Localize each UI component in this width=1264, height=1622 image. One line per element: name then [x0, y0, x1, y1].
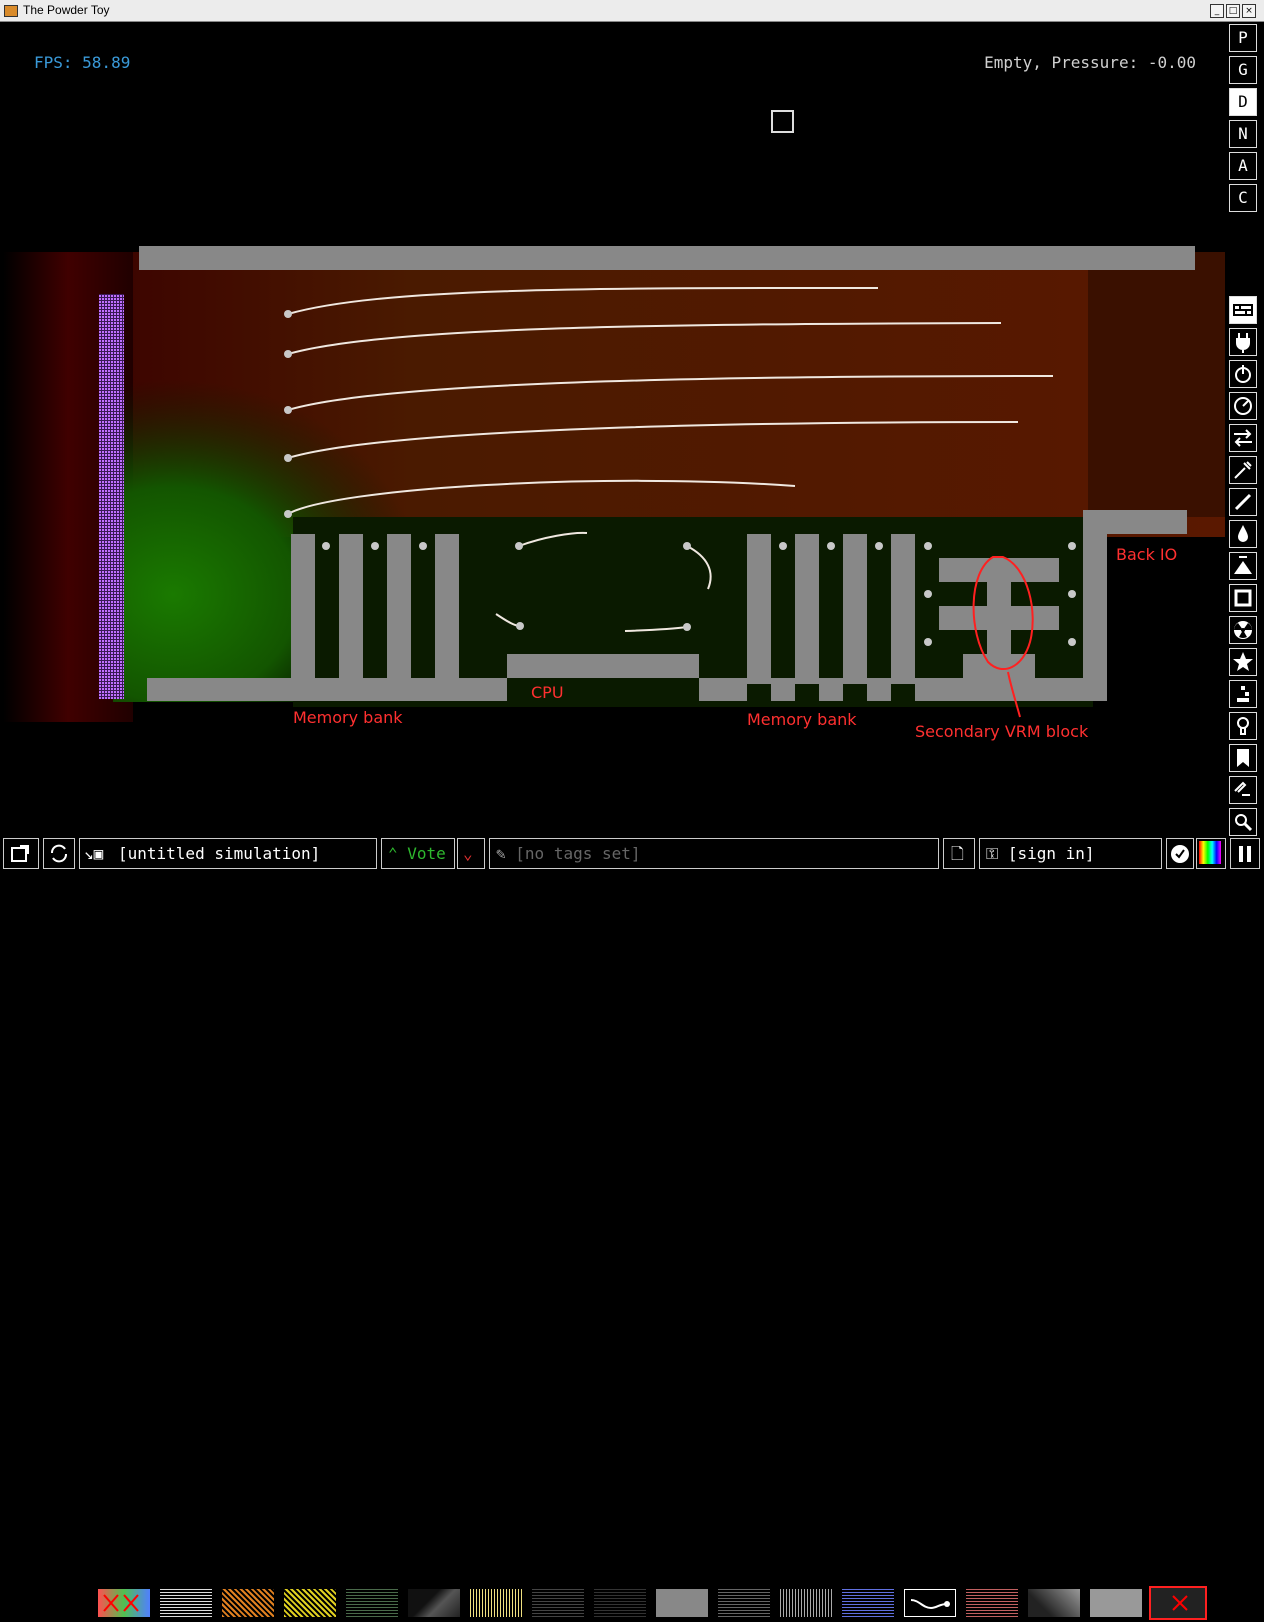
- window-titlebar: The Powder Toy _ □ ×: [0, 0, 1264, 22]
- label-memory-bank-left: Memory bank: [293, 708, 403, 727]
- tool-pattern-light[interactable]: [780, 1589, 832, 1617]
- label-secondary-vrm: Secondary VRM block: [915, 722, 1089, 741]
- menu-button-c[interactable]: C: [1229, 184, 1257, 212]
- vote-down-button[interactable]: ⌄: [457, 838, 485, 869]
- simulation-drawing: [3, 110, 1225, 722]
- menu-button-d[interactable]: D: [1229, 88, 1257, 116]
- save-icon: ↘▣: [84, 844, 104, 863]
- tool-pattern-white[interactable]: [160, 1589, 212, 1617]
- side-fan-element: [99, 294, 124, 699]
- solids-icon[interactable]: [1229, 584, 1257, 612]
- tags-icon: ✎: [496, 844, 506, 863]
- tools-icon[interactable]: [1229, 712, 1257, 740]
- save-simulation-button[interactable]: ↘▣ [untitled simulation]: [79, 838, 377, 869]
- tool-pattern-cream[interactable]: [470, 1589, 522, 1617]
- open-icon: [11, 845, 29, 862]
- render-icon: [1199, 841, 1221, 864]
- bottom-bar: ↘▣ [untitled simulation] ⌃ Vote ⌄ ✎ [no t…: [0, 838, 1264, 873]
- tags-label: [no tags set]: [515, 844, 641, 863]
- tool-wall-solid[interactable]: [656, 1589, 708, 1617]
- menu-button-a[interactable]: A: [1229, 152, 1257, 180]
- tool-pattern-green[interactable]: [346, 1589, 398, 1617]
- right-sidebar: P G D N A C: [1228, 22, 1261, 838]
- vote-up-button[interactable]: ⌃ Vote: [381, 838, 455, 869]
- pause-button[interactable]: [1230, 838, 1260, 869]
- settings-button[interactable]: [1166, 838, 1194, 869]
- pressure-readout: Empty, Pressure: -0.00: [984, 53, 1196, 72]
- vote-up-icon: ⌃: [388, 844, 398, 863]
- open-save-button[interactable]: [3, 838, 39, 869]
- tool-pattern-lightgrey[interactable]: [1090, 1589, 1142, 1617]
- sign-in-label: [sign in]: [1007, 844, 1095, 863]
- gases-icon[interactable]: [1229, 488, 1257, 516]
- label-back-io: Back IO: [1116, 545, 1178, 564]
- reload-icon: [51, 844, 67, 863]
- reload-button[interactable]: [43, 838, 75, 869]
- tool-pattern-red[interactable]: [966, 1589, 1018, 1617]
- life-icon[interactable]: [1229, 680, 1257, 708]
- close-button[interactable]: ×: [1242, 4, 1256, 18]
- tool-eraser-selected[interactable]: [1149, 1586, 1207, 1620]
- new-simulation-button[interactable]: 🗋: [943, 838, 975, 869]
- label-cpu: CPU: [531, 683, 564, 702]
- explosives-icon[interactable]: [1229, 456, 1257, 484]
- new-document-icon: 🗋: [951, 844, 964, 863]
- tool-pattern-yellow[interactable]: [284, 1589, 336, 1617]
- tool-pattern-dark[interactable]: [408, 1589, 460, 1617]
- tags-button[interactable]: ✎ [no tags set]: [489, 838, 939, 869]
- tool-pattern-grey[interactable]: [532, 1589, 584, 1617]
- powders-icon[interactable]: [1229, 552, 1257, 580]
- sensors-icon[interactable]: [1229, 392, 1257, 420]
- pause-icon: [1239, 846, 1251, 862]
- maximize-button[interactable]: □: [1226, 4, 1240, 18]
- fps-counter: FPS: 58.89: [34, 53, 131, 72]
- walls-icon[interactable]: [1229, 296, 1257, 324]
- vote-down-icon: ⌄: [463, 844, 473, 863]
- minimize-button[interactable]: _: [1210, 4, 1224, 18]
- tool-pattern-gradient[interactable]: [1028, 1589, 1080, 1617]
- settings-icon: [1171, 845, 1189, 863]
- window-title: The Powder Toy: [23, 3, 110, 17]
- special-icon[interactable]: [1229, 648, 1257, 676]
- force-icon[interactable]: [1229, 424, 1257, 452]
- menu-button-g[interactable]: G: [1229, 56, 1257, 84]
- tool-rainbow-erase[interactable]: [98, 1589, 150, 1617]
- liquids-icon[interactable]: [1229, 520, 1257, 548]
- element-toolbar: [0, 794, 1226, 1620]
- vote-label: Vote: [407, 844, 446, 863]
- app-icon: [4, 5, 18, 17]
- save-name: [untitled simulation]: [118, 844, 321, 863]
- favorites-icon[interactable]: [1229, 744, 1257, 772]
- sign-in-button[interactable]: ⚿ [sign in]: [979, 838, 1162, 869]
- case-top-wall: [139, 246, 1195, 270]
- label-memory-bank-right: Memory bank: [747, 710, 857, 729]
- simulation-canvas[interactable]: FPS: 58.89 Empty, Pressure: -0.00 Memory…: [3, 22, 1225, 829]
- radioactive-icon[interactable]: [1229, 616, 1257, 644]
- pressure-field-right: [1088, 252, 1225, 517]
- menu-button-p[interactable]: P: [1229, 24, 1257, 52]
- key-icon: ⚿: [986, 844, 999, 863]
- tool-pattern-mid[interactable]: [718, 1589, 770, 1617]
- tool-pattern-darkgrey[interactable]: [594, 1589, 646, 1617]
- tool-wire[interactable]: [904, 1589, 956, 1617]
- brush-cursor: [771, 110, 794, 133]
- electronics-icon[interactable]: [1229, 328, 1257, 356]
- powered-icon[interactable]: [1229, 360, 1257, 388]
- deco-icon[interactable]: [1229, 776, 1257, 804]
- tool-pattern-blue[interactable]: [842, 1589, 894, 1617]
- search-icon[interactable]: [1229, 808, 1257, 836]
- menu-button-n[interactable]: N: [1229, 120, 1257, 148]
- tool-pattern-orange[interactable]: [222, 1589, 274, 1617]
- render-options-button[interactable]: [1196, 838, 1226, 869]
